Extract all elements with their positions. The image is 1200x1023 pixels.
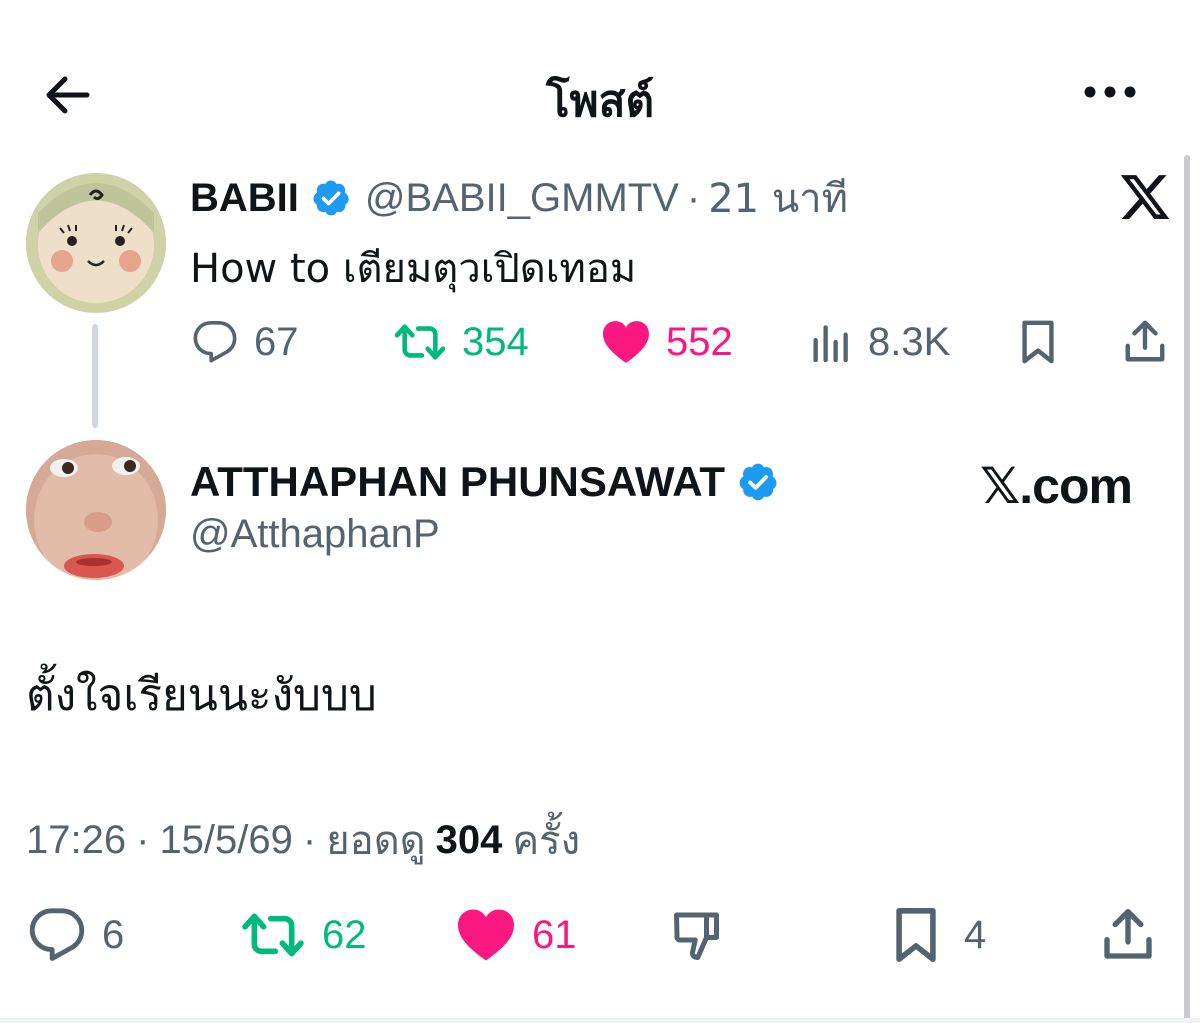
downvote-button[interactable]	[666, 902, 732, 968]
quoted-post-actions: 67 354 552 8.3K	[190, 312, 1180, 372]
reply-button[interactable]: 67	[190, 312, 299, 372]
avatar-photo	[26, 440, 166, 580]
share-button[interactable]	[1122, 312, 1168, 372]
repost-button[interactable]: 354	[392, 312, 529, 372]
post-time-ago[interactable]: 21 นาที	[708, 166, 848, 230]
quoted-post-text: How to เตียมตุวเปิดเทอม	[190, 246, 637, 292]
display-name[interactable]: BABII	[190, 176, 299, 221]
reply-icon	[193, 321, 237, 363]
post-actions: 6 62 61 4	[26, 902, 1176, 968]
repost-icon	[242, 913, 304, 957]
like-count: 552	[666, 319, 733, 364]
quoted-post-header: BABII @BABII_GMMTV · 21 นาที	[190, 170, 848, 226]
share-button[interactable]	[1100, 902, 1156, 968]
views-button[interactable]: 8.3K	[810, 312, 950, 372]
verified-badge-icon	[311, 178, 351, 218]
bookmark-button[interactable]	[1016, 312, 1060, 372]
display-name[interactable]: ATTHAPHAN PHUNSAWAT	[190, 458, 725, 506]
post-time[interactable]: 17:26	[26, 818, 126, 863]
like-button[interactable]: 552	[600, 312, 733, 372]
share-icon	[1125, 320, 1165, 362]
more-options-button[interactable]	[1080, 72, 1140, 112]
top-app-bar: โพสต์	[0, 50, 1200, 140]
handle[interactable]: @BABII_GMMTV	[365, 176, 679, 221]
repost-count: 354	[462, 319, 529, 364]
verified-badge-icon	[737, 461, 779, 503]
bookmark-icon	[1022, 320, 1054, 364]
share-icon	[1104, 908, 1152, 959]
bookmark-icon	[896, 908, 936, 962]
views-count: 8.3K	[868, 319, 951, 364]
post-date[interactable]: 15/5/69	[159, 818, 292, 863]
like-button[interactable]: 61	[454, 902, 577, 968]
thumbs-down-icon	[674, 912, 719, 960]
heart-filled-icon	[458, 909, 514, 961]
avatar-babii[interactable]	[26, 173, 166, 313]
repost-button[interactable]: 62	[238, 902, 367, 968]
post-meta: 17:26 · 15/5/69 · ยอดดู 304 ครั้ง	[26, 808, 580, 872]
divider	[0, 1018, 1200, 1023]
post-text: ตั้งใจเรียนนะงับบบ	[26, 670, 377, 721]
x-logo-icon	[1118, 170, 1172, 224]
avatar-illustration	[26, 173, 166, 313]
scrollbar[interactable]	[1184, 155, 1190, 1023]
repost-icon	[394, 324, 446, 360]
reply-icon	[29, 908, 85, 961]
reply-count: 6	[102, 912, 125, 957]
separator-dot: ·	[686, 175, 701, 220]
more-horizontal-icon	[1084, 86, 1136, 98]
page-title: โพสต์	[545, 76, 655, 127]
reply-count: 67	[254, 319, 299, 364]
post-header: ATTHAPHAN PHUNSAWAT	[190, 452, 779, 512]
separator-dot: ·	[302, 817, 317, 862]
repost-count: 62	[322, 912, 367, 957]
views-label: ยอดดู	[326, 818, 426, 864]
bookmark-count: 4	[964, 912, 987, 957]
like-count: 61	[532, 912, 577, 957]
views-chart-icon	[813, 325, 848, 362]
heart-filled-icon	[603, 321, 649, 363]
xcom-watermark: 𝕏.com	[980, 456, 1133, 516]
views-count[interactable]: 304	[436, 818, 503, 863]
avatar-atthaphan[interactable]	[26, 440, 166, 580]
handle[interactable]: @AtthaphanP	[190, 512, 440, 557]
reply-button[interactable]: 6	[26, 902, 124, 968]
bookmark-button[interactable]: 4	[888, 902, 986, 968]
thread-connector	[92, 324, 98, 428]
xcom-text: 𝕏.com	[980, 458, 1133, 514]
views-suffix: ครั้ง	[512, 818, 581, 864]
separator-dot: ·	[136, 817, 150, 862]
